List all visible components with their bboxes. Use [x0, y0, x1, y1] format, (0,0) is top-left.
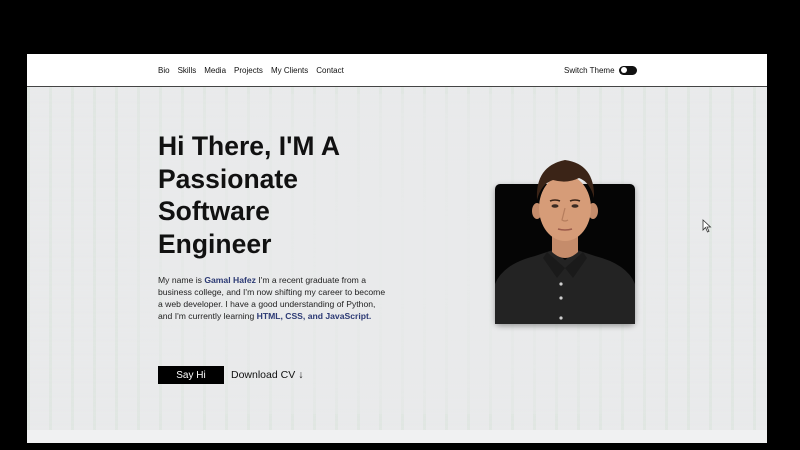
nav-link-media[interactable]: Media	[204, 66, 226, 75]
nav-link-projects[interactable]: Projects	[234, 66, 263, 75]
hero-title-line: Software	[158, 196, 270, 226]
mouse-cursor-icon	[702, 219, 712, 233]
nav-link-bio[interactable]: Bio	[158, 66, 170, 75]
profile-photo	[495, 160, 635, 324]
nav-links: Bio Skills Media Projects My Clients Con…	[158, 54, 344, 86]
nav-link-contact[interactable]: Contact	[316, 66, 344, 75]
profile-photo-card	[495, 160, 635, 324]
hero-title-line: Passionate	[158, 163, 298, 194]
intro-paragraph: My name is Gamal Hafez I'm a recent grad…	[158, 274, 390, 322]
theme-toggle[interactable]	[618, 65, 637, 75]
intro-text: My name is	[158, 275, 205, 285]
hero-title-line: Engineer	[158, 228, 272, 259]
theme-switch: Switch Theme	[564, 54, 637, 86]
theme-switch-label: Switch Theme	[564, 65, 615, 75]
say-hi-button[interactable]: Say Hi	[158, 366, 224, 384]
toggle-knob	[620, 67, 627, 73]
download-cv-link[interactable]: Download CV ↓	[231, 366, 303, 384]
navbar: Bio Skills Media Projects My Clients Con…	[27, 54, 767, 87]
hero-title: Hi There, I'M A Passionate Software Engi…	[158, 130, 388, 260]
nav-link-skills[interactable]: Skills	[178, 66, 197, 75]
hero-title-line: Hi There, I'M A	[158, 131, 341, 161]
portfolio-page: Bio Skills Media Projects My Clients Con…	[27, 54, 767, 443]
down-arrow-icon: ↓	[298, 369, 304, 381]
nav-link-my-clients[interactable]: My Clients	[271, 66, 308, 75]
next-section-edge	[27, 430, 767, 443]
matrix-background	[27, 54, 767, 443]
skills-highlight: HTML, CSS, and JavaScript.	[256, 311, 372, 321]
download-cv-label: Download CV	[231, 369, 296, 381]
author-name: Gamal Hafez	[204, 275, 256, 285]
